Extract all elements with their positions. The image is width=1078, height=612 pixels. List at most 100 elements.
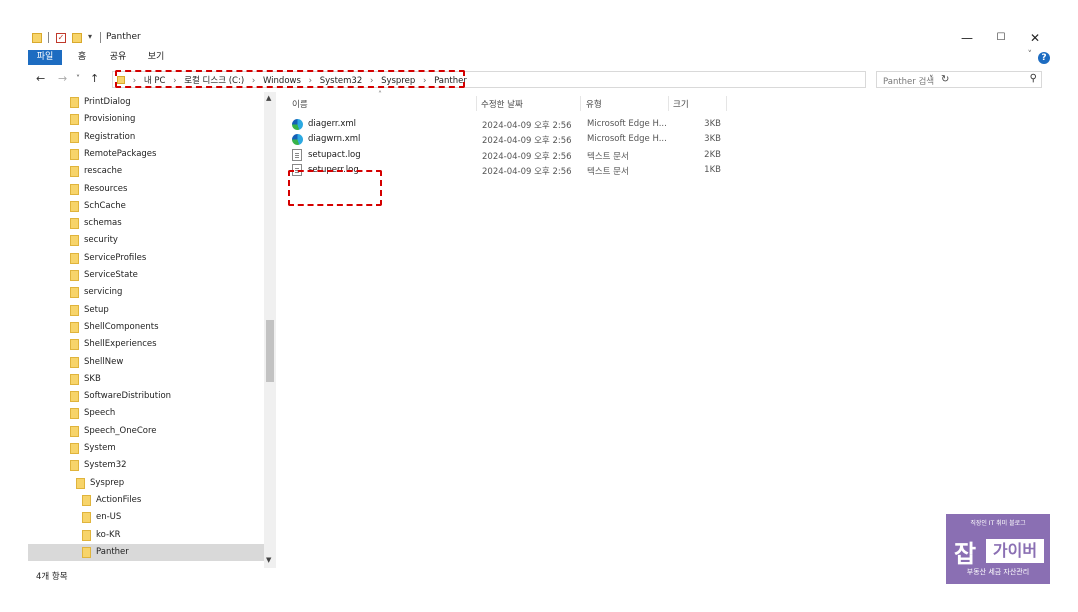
tab-view[interactable]: 보기 bbox=[144, 50, 168, 65]
tree-item[interactable]: ServiceProfiles bbox=[28, 250, 264, 267]
file-date: 2024-04-09 오후 2:56 bbox=[482, 151, 572, 162]
file-size: 3KB bbox=[704, 119, 721, 129]
tree-item[interactable]: Speech_OneCore bbox=[28, 423, 264, 440]
tree-item-label: System32 bbox=[84, 460, 127, 471]
search-box[interactable]: Panther 검색 ⚲ bbox=[876, 71, 1042, 88]
tree-item[interactable]: SoftwareDistribution bbox=[28, 388, 264, 405]
tree-item[interactable]: PrintDialog bbox=[28, 94, 264, 111]
text-file-icon bbox=[292, 148, 302, 161]
folder-icon bbox=[70, 270, 79, 281]
tab-home[interactable]: 홈 bbox=[74, 50, 90, 65]
tree-item[interactable]: Resources bbox=[28, 181, 264, 198]
tree-item-label: ShellExperiences bbox=[84, 339, 157, 350]
tree-item[interactable]: ActionFiles bbox=[28, 492, 264, 509]
file-size: 3KB bbox=[704, 134, 721, 145]
forward-button[interactable]: → bbox=[58, 72, 67, 85]
minimize-button[interactable]: — bbox=[952, 29, 982, 47]
tree-item[interactable]: Provisioning bbox=[28, 111, 264, 128]
tree-item[interactable]: System32 bbox=[28, 457, 264, 474]
file-row[interactable]: setupact.log 2024-04-09 오후 2:56 텍스트 문서 2KB bbox=[284, 148, 724, 164]
title-bar: ✓ ▾ Panther — ☐ ✕ bbox=[28, 28, 1052, 48]
tree-item[interactable]: Setup bbox=[28, 302, 264, 319]
column-divider[interactable] bbox=[580, 96, 581, 111]
tree-item[interactable]: schemas bbox=[28, 215, 264, 232]
tree-item-label: Sysprep bbox=[90, 477, 125, 488]
column-divider[interactable] bbox=[726, 96, 727, 111]
status-item-count: 4개 항목 bbox=[36, 572, 68, 582]
tree-item[interactable]: Speech bbox=[28, 405, 264, 422]
properties-icon[interactable]: ✓ bbox=[56, 33, 66, 43]
tab-share[interactable]: 공유 bbox=[106, 50, 130, 65]
recent-locations-button[interactable]: ˅ bbox=[76, 74, 80, 83]
tree-item[interactable]: Panther bbox=[28, 543, 264, 561]
folder-icon bbox=[70, 460, 79, 472]
watermark-subtitle: 부동산 세금 자산관리 bbox=[966, 568, 1030, 576]
tree-item-label: Panther bbox=[96, 546, 129, 557]
watermark-tagline: 직장인 IT 취미 블로그 bbox=[970, 520, 1026, 527]
new-folder-icon[interactable] bbox=[72, 33, 82, 43]
address-highlight-box bbox=[115, 70, 465, 88]
back-button[interactable]: ← bbox=[36, 72, 45, 85]
tree-item[interactable]: rescache bbox=[28, 163, 264, 180]
tree-item-label: SchCache bbox=[84, 200, 126, 211]
toolbar-separator bbox=[48, 32, 49, 43]
folder-icon bbox=[70, 166, 79, 178]
column-header-size[interactable]: 크기 bbox=[673, 98, 689, 110]
folder-icon bbox=[70, 339, 79, 351]
tab-file[interactable]: 파일 bbox=[28, 50, 62, 65]
tree-item[interactable]: ShellNew bbox=[28, 354, 264, 371]
tree-item-label: ShellNew bbox=[84, 356, 124, 367]
folder-icon bbox=[70, 114, 79, 126]
edge-file-icon bbox=[292, 119, 303, 130]
folder-icon bbox=[70, 373, 79, 385]
column-divider[interactable] bbox=[668, 96, 669, 111]
tree-item[interactable]: en-US bbox=[28, 509, 264, 526]
tree-item[interactable]: SchCache bbox=[28, 198, 264, 215]
tree-item[interactable]: Registration bbox=[28, 129, 264, 146]
folder-icon bbox=[32, 33, 42, 43]
folder-icon bbox=[82, 512, 91, 524]
tree-item[interactable]: System bbox=[28, 440, 264, 457]
tree-item[interactable]: ServiceState bbox=[28, 267, 264, 284]
watermark-char: 잡 bbox=[954, 540, 977, 568]
help-icon[interactable]: ? bbox=[1038, 52, 1050, 64]
tree-item[interactable]: SKB bbox=[28, 371, 264, 388]
up-button[interactable]: ↑ bbox=[90, 72, 99, 85]
search-placeholder: Panther 검색 bbox=[883, 77, 935, 87]
watermark-name: 가이버 bbox=[986, 539, 1044, 563]
scrollbar-thumb[interactable] bbox=[266, 320, 274, 382]
explorer-window: ✓ ▾ Panther — ☐ ✕ 파일 홈 공유 보기 ˅ ? ← → ˅ ↑… bbox=[28, 28, 1052, 588]
close-button[interactable]: ✕ bbox=[1020, 29, 1050, 47]
tree-item[interactable]: servicing bbox=[28, 284, 264, 301]
folder-icon bbox=[70, 97, 79, 108]
file-row[interactable]: diagwrn.xml 2024-04-09 오후 2:56 Microsoft E… bbox=[284, 133, 724, 148]
file-type: Microsoft Edge H... bbox=[587, 134, 667, 145]
column-header-date[interactable]: 수정한 날짜 bbox=[481, 98, 523, 110]
blog-watermark-logo: 직장인 IT 취미 블로그 잡 가이버 부동산 세금 자산관리 bbox=[946, 514, 1050, 584]
tree-item[interactable]: security bbox=[28, 232, 264, 249]
file-list: 이름 ˄ 수정한 날짜 유형 크기 diagerr.xml 2024-04-09 … bbox=[284, 90, 1052, 566]
folder-icon bbox=[70, 183, 79, 195]
chevron-down-icon[interactable]: ˅ bbox=[1028, 50, 1033, 60]
tree-item[interactable]: Sysprep bbox=[28, 475, 264, 492]
tree-item[interactable]: RemotePackages bbox=[28, 146, 264, 163]
file-type: Microsoft Edge H... bbox=[587, 119, 667, 129]
navigation-scrollbar[interactable]: ▲ ▼ bbox=[264, 92, 276, 568]
column-header-name[interactable]: 이름 bbox=[292, 98, 308, 110]
tree-item-label: Provisioning bbox=[84, 114, 136, 125]
edge-file-icon bbox=[292, 134, 303, 146]
file-row[interactable]: diagerr.xml 2024-04-09 오후 2:56 Microsoft E… bbox=[284, 118, 724, 133]
scroll-up-icon[interactable]: ▲ bbox=[266, 94, 271, 102]
tree-item[interactable]: ko-KR bbox=[28, 527, 264, 544]
tree-item-label: Speech bbox=[84, 408, 116, 419]
folder-icon bbox=[82, 494, 91, 506]
file-date: 2024-04-09 오후 2:56 bbox=[482, 136, 572, 147]
folder-icon bbox=[70, 443, 79, 454]
scroll-down-icon[interactable]: ▼ bbox=[266, 556, 271, 564]
maximize-button[interactable]: ☐ bbox=[986, 29, 1016, 47]
customize-toolbar-icon[interactable]: ▾ bbox=[88, 32, 92, 41]
column-divider[interactable] bbox=[476, 96, 477, 111]
tree-item[interactable]: ShellExperiences bbox=[28, 336, 264, 353]
column-header-type[interactable]: 유형 bbox=[586, 98, 602, 110]
tree-item[interactable]: ShellComponents bbox=[28, 319, 264, 336]
